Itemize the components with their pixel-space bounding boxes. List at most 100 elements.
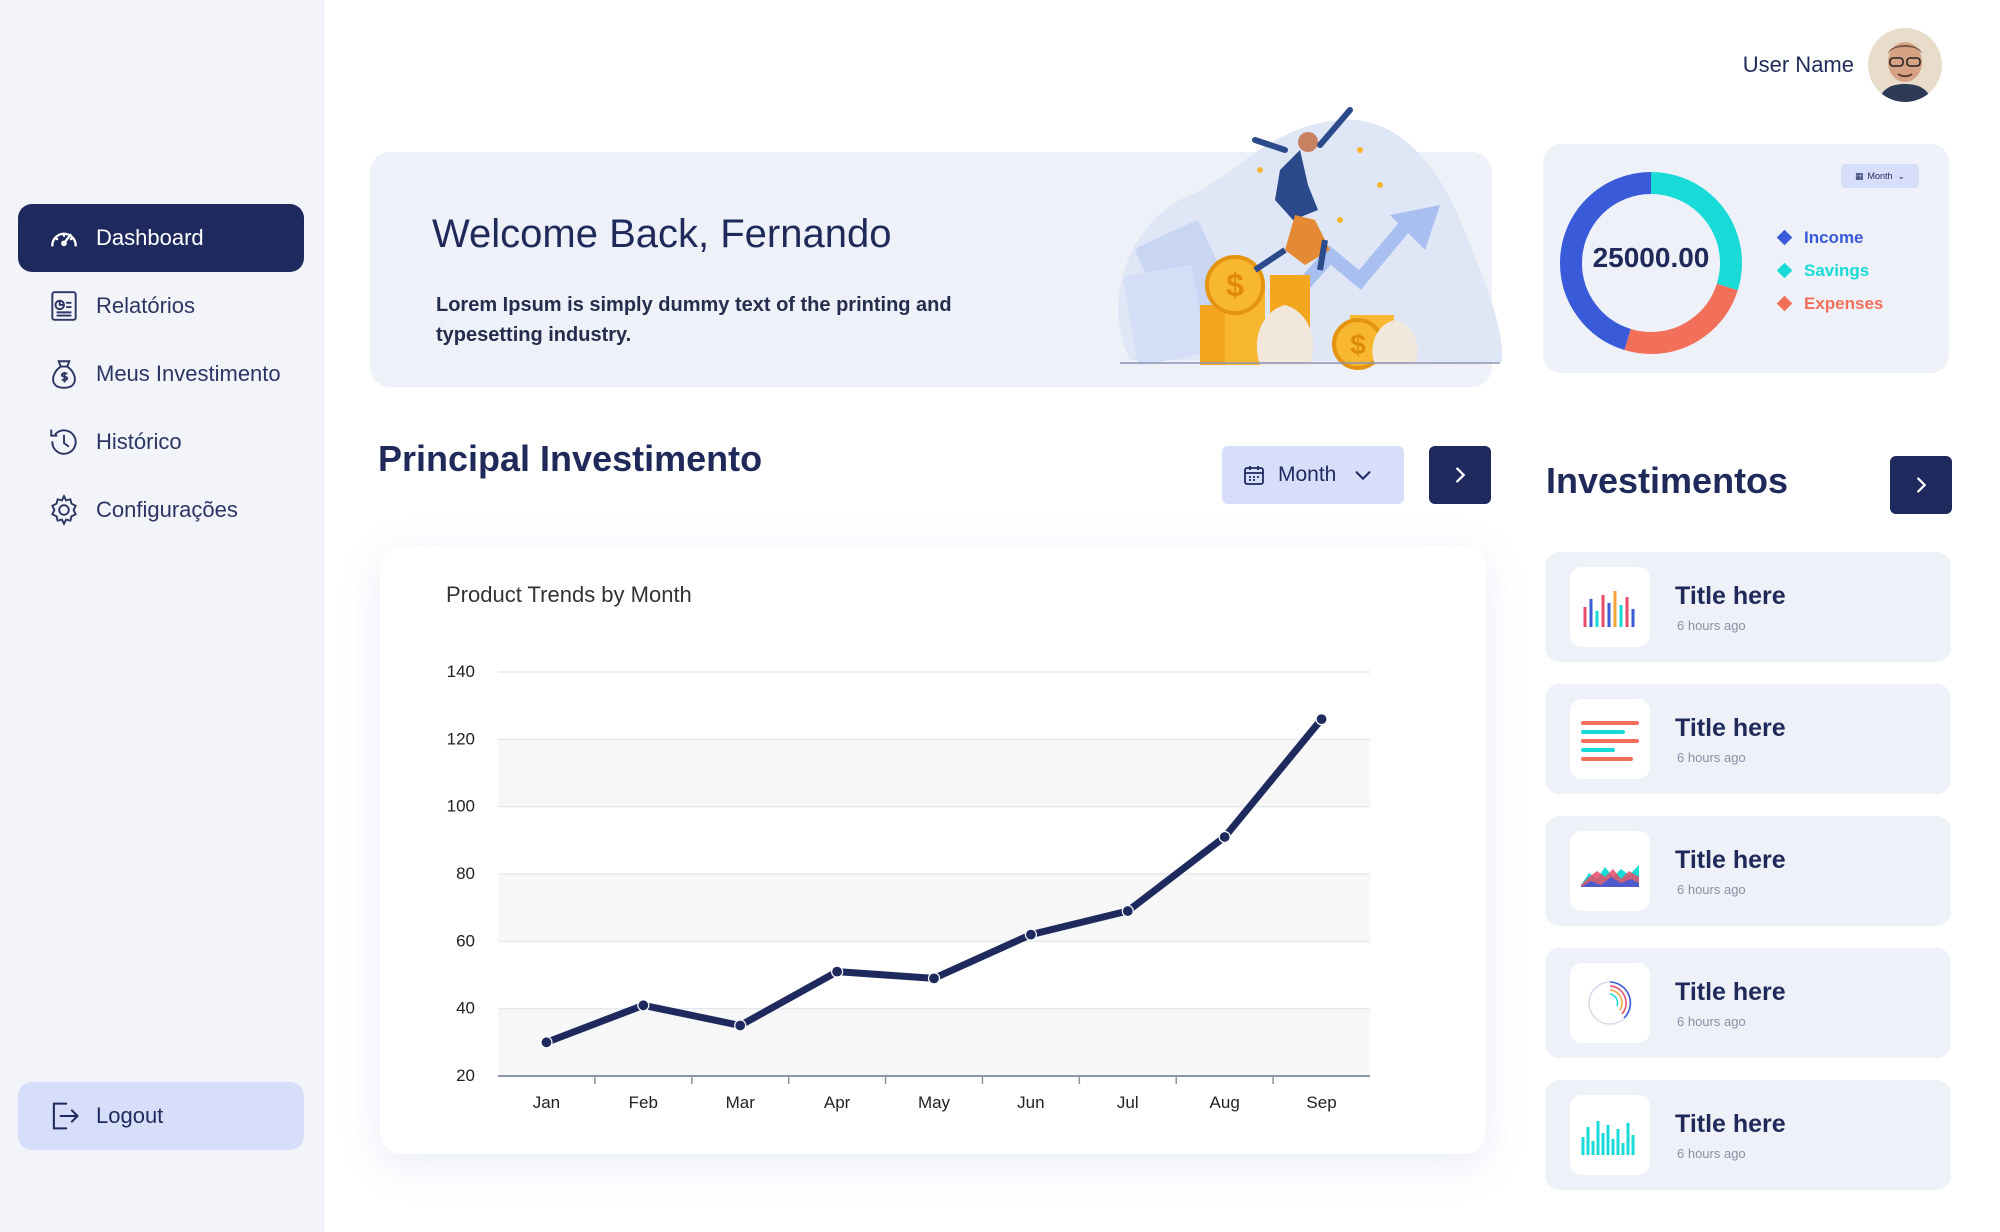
histogram-thumb-icon	[1570, 1095, 1650, 1175]
avatar[interactable]	[1868, 28, 1942, 102]
celebration-illustration: $ $	[1118, 107, 1502, 370]
investimentos-next-button[interactable]	[1890, 456, 1952, 514]
sidebar-item-label: Relatórios	[96, 293, 196, 318]
legend-item-savings: Savings	[1776, 254, 1883, 287]
investment-time: 6 hours ago	[1677, 1146, 1746, 1161]
logout-button[interactable]: Logout	[18, 1082, 304, 1150]
logout-label: Logout	[96, 1103, 164, 1128]
month-select-label: Month	[1278, 463, 1337, 486]
grid-band	[498, 874, 1370, 942]
principal-title: Principal Investimento	[378, 438, 763, 479]
data-point	[1218, 830, 1231, 844]
data-point	[540, 1036, 553, 1049]
grid-band	[498, 739, 1370, 807]
sidebar-item-dashboard[interactable]: Dashboard	[18, 204, 304, 272]
money-bag-icon	[46, 356, 82, 392]
investimentos-title: Investimentos	[1546, 460, 1789, 501]
x-tick-label: Mar	[726, 1093, 756, 1112]
speedometer-icon	[46, 220, 82, 256]
y-tick-label: 40	[456, 999, 475, 1018]
investment-time: 6 hours ago	[1677, 618, 1746, 633]
sidebar-item-configuracoes[interactable]: Configurações	[18, 476, 304, 544]
legend-label: Income	[1804, 227, 1864, 247]
chevron-down-icon	[1355, 471, 1371, 481]
x-tick-label: Feb	[629, 1093, 658, 1112]
legend-label: Savings	[1804, 260, 1870, 280]
y-tick-label: 60	[456, 931, 475, 950]
chevron-right-icon	[1917, 477, 1927, 493]
data-point	[734, 1019, 747, 1032]
investment-time: 6 hours ago	[1677, 1014, 1746, 1029]
radial-chart-thumb-icon	[1570, 963, 1650, 1043]
sidebar: Dashboard Relatórios Meus Investimento H…	[0, 0, 324, 1232]
y-tick-label: 140	[447, 662, 475, 681]
bar-chart-thumb-icon	[1570, 567, 1650, 647]
data-point	[927, 972, 941, 985]
x-tick-label: Apr	[824, 1093, 851, 1112]
grid-band	[498, 1008, 1370, 1076]
horizontal-bars-thumb-icon	[1570, 699, 1650, 779]
y-tick-label: 80	[456, 864, 475, 883]
sidebar-item-historico[interactable]: Histórico	[18, 408, 304, 476]
investment-title: Title here	[1675, 978, 1786, 1006]
gear-icon	[46, 492, 82, 528]
donut-total: 25000.00	[1592, 242, 1710, 273]
welcome-text: Lorem Ipsum is simply dummy text of the …	[436, 294, 952, 346]
y-tick-label: 20	[456, 1066, 475, 1085]
data-point	[1024, 928, 1037, 941]
data-point	[637, 999, 650, 1012]
diamond-icon	[1776, 295, 1793, 312]
summary-month-select[interactable]: ▦ Month ⌄	[1841, 164, 1919, 188]
legend-item-income: Income	[1776, 221, 1883, 254]
legend-label: Expenses	[1804, 293, 1884, 313]
chart-card: 20 40 60 80 100 120 140 Jan Feb Mar Apr May Jun Jul A…	[380, 546, 1486, 1154]
logout-icon	[52, 1102, 79, 1130]
x-tick-label: Jan	[533, 1093, 560, 1112]
investment-title: Title here	[1675, 1110, 1786, 1138]
welcome-title: Welcome Back, Fernando	[432, 212, 892, 256]
x-tick-label: Jul	[1117, 1093, 1139, 1112]
summary-month-label: Month	[1867, 171, 1893, 181]
x-tick-label: Sep	[1306, 1093, 1336, 1112]
chart-title: Product Trends by Month	[446, 582, 692, 607]
sidebar-item-label: Configurações	[96, 497, 238, 522]
legend-item-expenses: Expenses	[1776, 287, 1884, 320]
summary-card: 25000.00 ▦ Month ⌄ Income Savings Expens…	[1543, 144, 1949, 373]
investment-time: 6 hours ago	[1677, 750, 1746, 765]
y-tick-label: 100	[447, 797, 475, 816]
investment-item[interactable]: Title here 6 hours ago	[1545, 948, 1951, 1058]
user-menu[interactable]: User Name	[1743, 28, 1942, 102]
chevron-right-icon	[1456, 467, 1466, 483]
donut-legend: Income Savings Expenses	[1776, 221, 1884, 320]
investment-item[interactable]: Title here 6 hours ago	[1545, 552, 1951, 662]
investment-time: 6 hours ago	[1677, 882, 1746, 897]
svg-text:$: $	[1350, 329, 1366, 360]
history-icon	[46, 424, 82, 460]
sidebar-item-label: Histórico	[96, 429, 182, 454]
chevron-down-icon: ⌄	[1897, 170, 1906, 181]
diamond-icon	[1776, 262, 1793, 279]
investment-item[interactable]: Title here 6 hours ago	[1545, 816, 1951, 926]
calendar-icon	[1244, 466, 1264, 485]
data-point	[831, 965, 844, 978]
data-point	[1315, 713, 1328, 726]
x-tick-label: Aug	[1210, 1093, 1240, 1112]
calendar-icon: ▦	[1854, 170, 1864, 181]
diamond-icon	[1776, 229, 1793, 246]
app-root: Dashboard Relatórios Meus Investimento H…	[0, 0, 2000, 1232]
x-tick-label: Jun	[1017, 1093, 1044, 1112]
line-chart: 20 40 60 80 100 120 140 Jan Feb Mar Apr May Jun Jul A…	[446, 582, 1370, 1112]
investment-item[interactable]: Title here 6 hours ago	[1545, 1080, 1951, 1190]
user-name: User Name	[1742, 52, 1854, 77]
investment-item[interactable]: Title here 6 hours ago	[1545, 684, 1951, 794]
sidebar-item-relatorios[interactable]: Relatórios	[18, 272, 304, 340]
principal-next-button[interactable]	[1429, 446, 1491, 504]
investment-title: Title here	[1675, 714, 1786, 742]
data-point	[1121, 904, 1134, 918]
area-chart-thumb-icon	[1570, 831, 1650, 911]
investment-title: Title here	[1675, 582, 1786, 610]
month-select[interactable]: Month	[1222, 446, 1404, 504]
sidebar-item-label: Dashboard	[96, 225, 204, 250]
report-icon	[46, 288, 82, 324]
sidebar-item-meus-investimento[interactable]: Meus Investimento	[18, 340, 304, 408]
